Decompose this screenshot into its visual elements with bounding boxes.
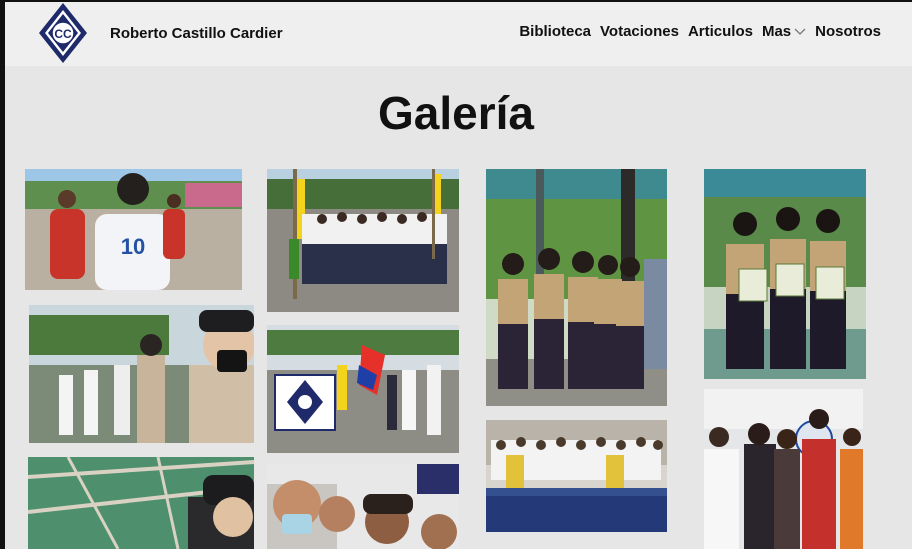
nav-nosotros[interactable]: Nosotros <box>815 23 881 40</box>
svg-text:10: 10 <box>121 234 145 259</box>
gallery-photo-medal-girls[interactable] <box>486 169 667 406</box>
gallery-photo-football[interactable]: 10 <box>25 169 242 290</box>
gallery-photo-students-caps[interactable] <box>29 305 254 443</box>
logo-text: CC <box>54 27 72 41</box>
nav-mas-label: Mas <box>761 23 792 40</box>
nav-mas[interactable]: Mas <box>762 23 806 40</box>
gallery-photo-students-close[interactable] <box>267 464 459 549</box>
gallery-photo-parade-banner[interactable] <box>267 325 459 453</box>
site-header: CC Roberto Castillo Cardier Biblioteca V… <box>5 2 912 66</box>
gallery-photo-roof[interactable] <box>28 457 254 549</box>
nav-biblioteca[interactable]: Biblioteca <box>519 23 591 40</box>
gallery-photo-audience[interactable] <box>486 420 667 532</box>
school-logo[interactable]: CC <box>38 2 88 64</box>
gallery-photo-diplomas[interactable] <box>704 169 866 379</box>
chevron-down-icon <box>794 28 806 35</box>
page-title: Galería <box>378 87 534 139</box>
main-nav: Biblioteca Votaciones Articulos Mas Noso… <box>519 23 881 40</box>
window-edge <box>0 0 5 549</box>
nav-votaciones[interactable]: Votaciones <box>600 23 679 40</box>
nav-articulos[interactable]: Articulos <box>688 23 753 40</box>
site-title[interactable]: Roberto Castillo Cardier <box>110 25 283 42</box>
gallery-photo-teachers[interactable] <box>704 389 863 549</box>
gallery-photo-group-flags[interactable] <box>267 169 459 312</box>
